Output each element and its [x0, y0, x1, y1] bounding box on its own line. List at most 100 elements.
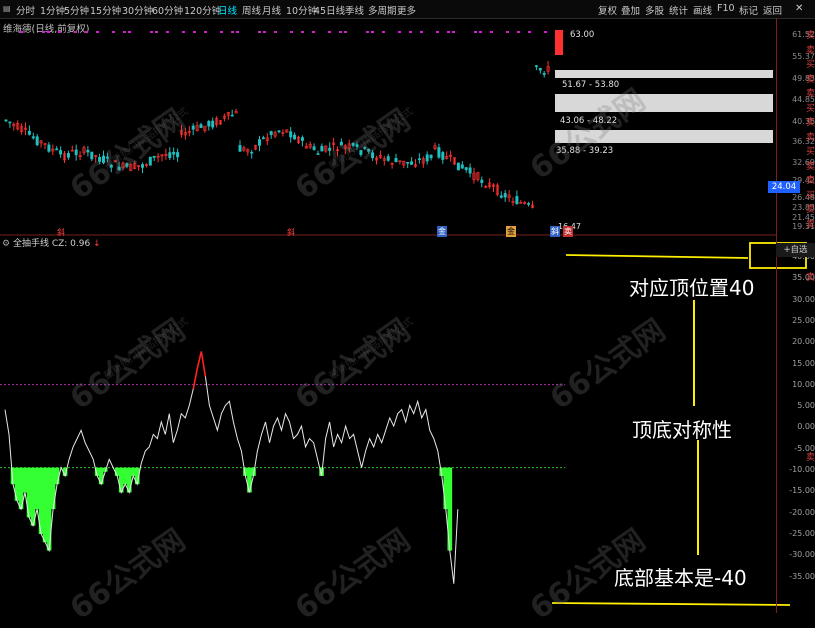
- bottom-fill-bar: [42, 467, 48, 543]
- top-spike-segment: [192, 367, 199, 389]
- annotation-bottom: 底部基本是-40: [614, 566, 747, 590]
- signal-marker-5: 斜: [550, 226, 560, 237]
- bottom-fill-bar: [130, 467, 136, 476]
- bottom-fill-bar: [22, 467, 28, 493]
- indicator-tick-label: 0.00: [797, 422, 815, 432]
- signal-dot: [447, 31, 450, 33]
- signal-dot: [220, 31, 223, 33]
- indicator-tick-label: 20.00: [792, 337, 815, 347]
- signal-marker-6: 卖: [563, 226, 573, 237]
- indicator-tick-label: 5.00: [797, 401, 815, 411]
- signal-dot: [74, 31, 77, 33]
- candle-body: [27, 130, 31, 135]
- signal-dot: [128, 31, 131, 33]
- indicator-tick-label: 15.00: [792, 358, 815, 368]
- candle-body: [464, 167, 468, 171]
- indicator-tick-label: -25.00: [789, 528, 815, 538]
- trade-side-label: 卖: [806, 161, 815, 172]
- candle-body: [176, 152, 180, 158]
- signal-dot: [274, 31, 277, 33]
- signal-dot: [517, 31, 520, 33]
- signal-dot: [371, 31, 374, 33]
- candle-body: [460, 164, 464, 169]
- trade-side-label: 买: [806, 147, 815, 157]
- signal-dot: [96, 31, 99, 33]
- signal-dot: [166, 31, 169, 33]
- top-spike-segment: [200, 351, 207, 377]
- signal-dot: [204, 31, 207, 33]
- current-price-tag: 24.04: [768, 181, 800, 193]
- signal-dot: [231, 31, 234, 33]
- signal-dot: [301, 31, 304, 33]
- signal-dot: [155, 31, 158, 33]
- signal-dot: [344, 31, 347, 33]
- indicator-tick-label: 25.00: [792, 315, 815, 325]
- indicator-tick-label: -15.00: [789, 486, 815, 496]
- signal-dot: [123, 31, 126, 33]
- candle-body: [293, 134, 297, 140]
- indicator-tick-label: -20.00: [789, 507, 815, 517]
- signal-dot: [150, 31, 153, 33]
- candle-body: [300, 137, 304, 141]
- high-price-label: 63.00: [570, 30, 595, 40]
- signal-dot: [339, 31, 342, 33]
- trade-side-label: 卖: [806, 31, 815, 41]
- trade-side-label: 卖: [806, 89, 815, 99]
- indicator-tick-label: -35.00: [789, 571, 815, 581]
- candle-body: [429, 154, 433, 159]
- trade-side-label: 卖: [806, 273, 815, 283]
- candle-body: [55, 148, 59, 151]
- signal-marker-3: 金: [437, 226, 447, 237]
- indicator-tick-label: -10.00: [789, 465, 815, 474]
- candle-body: [468, 167, 472, 174]
- trade-side-label: 买: [806, 190, 815, 201]
- signal-dot: [58, 31, 61, 33]
- watchlist-tab[interactable]: +自选: [776, 243, 815, 257]
- signal-dot: [474, 31, 477, 33]
- signal-dot: [42, 31, 45, 33]
- signal-dot: [452, 31, 455, 33]
- candle-body: [456, 162, 460, 171]
- annotation-connector-top: [565, 254, 749, 259]
- signal-dot: [366, 31, 369, 33]
- candle-body: [211, 120, 215, 128]
- signal-dot: [382, 31, 385, 33]
- signal-marker-4: 金: [506, 226, 516, 237]
- candle-body: [527, 203, 531, 205]
- signal-dot: [528, 31, 531, 33]
- signal-dot: [193, 31, 196, 33]
- candle-body: [59, 150, 63, 155]
- candle-body: [542, 73, 546, 75]
- candle-body: [4, 119, 8, 122]
- candle-body: [277, 130, 281, 133]
- bottom-fill-bar: [443, 467, 449, 510]
- bottom-fill-bar: [247, 467, 252, 493]
- candle-body: [207, 121, 211, 127]
- candle-body: [47, 144, 51, 152]
- candle-body: [417, 158, 421, 161]
- trade-side-label: 卖: [806, 205, 815, 215]
- signal-dot: [258, 31, 261, 33]
- trade-side-label: 买: [806, 103, 815, 114]
- annotation-connector-bottom: [551, 602, 791, 606]
- annotation-middle: 顶底对称性: [632, 418, 732, 442]
- signal-dot: [263, 31, 266, 33]
- candle-body: [199, 124, 203, 129]
- candle-body: [441, 152, 445, 160]
- candle-body: [230, 114, 234, 117]
- signal-marker-2: 斜: [287, 228, 295, 237]
- candle-body: [8, 121, 12, 124]
- trade-side-label: 卖: [806, 176, 815, 186]
- signal-dot: [490, 31, 493, 33]
- candle-body: [499, 195, 503, 198]
- trade-side-label: 卖: [806, 74, 815, 85]
- candle-body: [172, 151, 176, 155]
- candle-body: [168, 152, 172, 158]
- candle-body: [538, 67, 542, 71]
- chart-canvas: [0, 30, 807, 606]
- candle-body: [35, 136, 39, 146]
- signal-dot: [420, 31, 423, 33]
- candle-body: [269, 131, 273, 135]
- signal-dot: [479, 31, 482, 33]
- candle-body: [250, 151, 254, 154]
